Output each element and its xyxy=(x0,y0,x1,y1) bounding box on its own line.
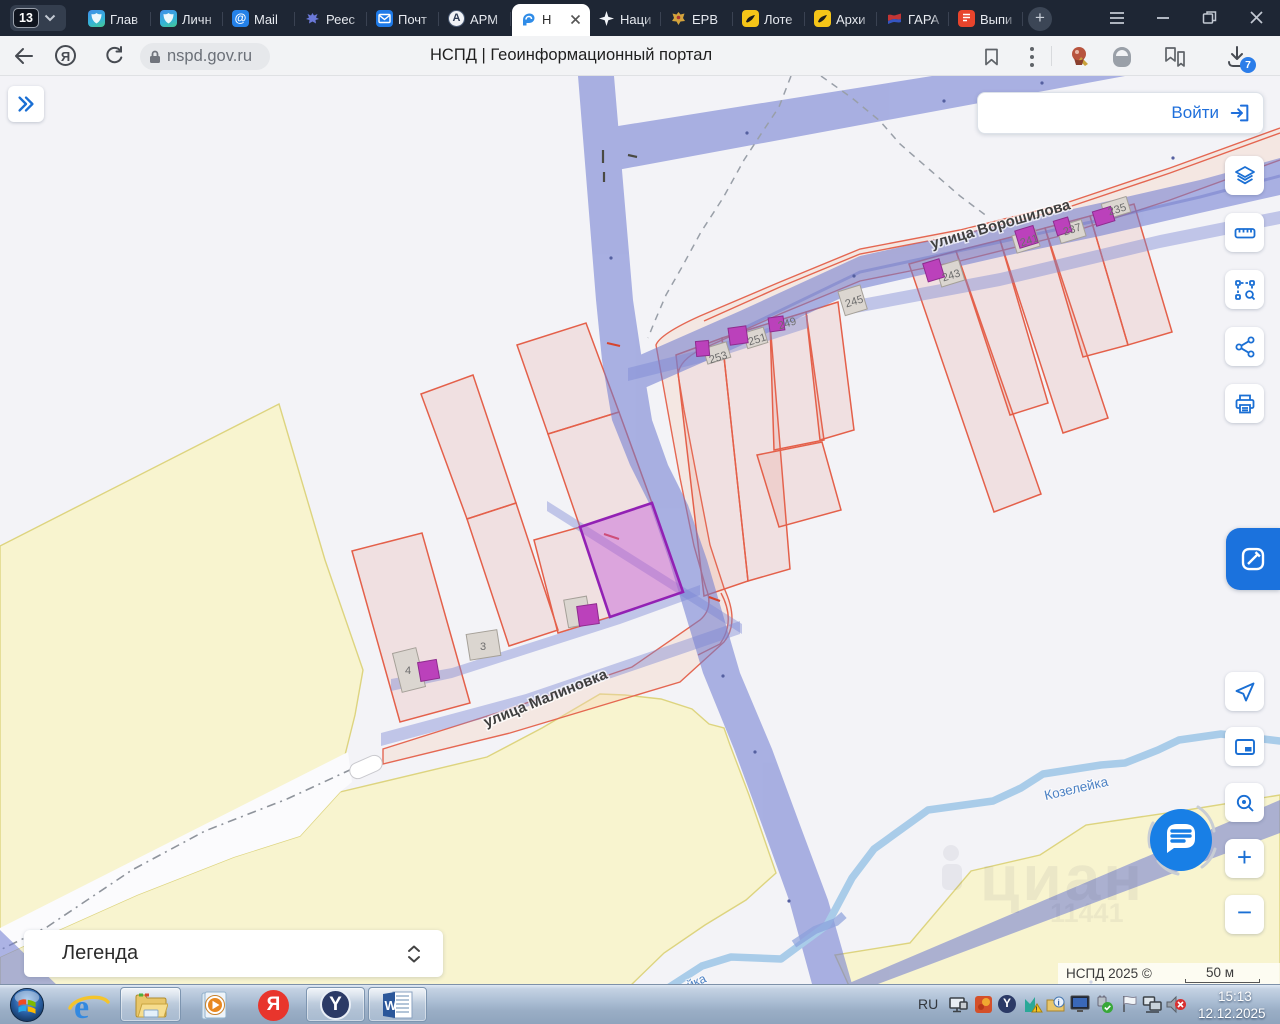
svg-text:Козелейка: Козелейка xyxy=(1043,774,1110,803)
svg-text:4: 4 xyxy=(405,665,411,677)
svg-text:!: ! xyxy=(1035,1007,1037,1014)
svg-text:11441: 11441 xyxy=(1050,898,1124,928)
svg-text:e: e xyxy=(74,989,89,1023)
svg-text:i: i xyxy=(1058,999,1060,1008)
svg-text:3: 3 xyxy=(480,641,486,653)
svg-text:W: W xyxy=(384,998,397,1013)
